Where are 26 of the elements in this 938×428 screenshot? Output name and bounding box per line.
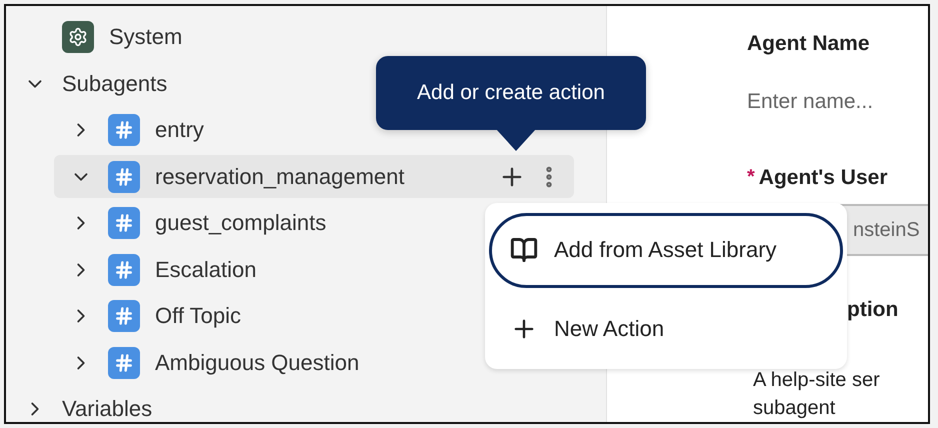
hash-icon [108,114,140,146]
tooltip-arrow [496,129,536,151]
tree-group[interactable]: Variables [62,396,152,422]
tree-item[interactable]: Off Topic [155,303,242,330]
tree-item[interactable]: guest_complaints [155,210,326,236]
tree-item[interactable]: reservation_management [155,164,404,190]
label-text: Agent's User [758,166,888,189]
required-mark: * [747,166,755,188]
hash-icon [108,346,140,379]
tree-item[interactable]: entry [155,117,204,144]
tree-item[interactable]: System [109,24,182,50]
hash-icon [108,300,140,332]
hash-icon [108,207,140,240]
hash-icon [108,160,140,193]
book-icon [510,236,538,264]
gear-icon [62,21,94,54]
menu-item[interactable]: Add from Asset Library [489,213,843,288]
field-label: ption [846,298,900,322]
selected-row[interactable]: reservation_management [54,155,574,198]
tree-item[interactable]: Escalation [155,256,257,283]
tree-group[interactable]: Subagents [62,70,168,97]
field-label: Agent Name [747,32,871,56]
hash-icon [108,254,140,286]
name-input[interactable]: Enter name... [747,90,917,114]
description-text: A help-site ser subagent [752,368,881,421]
tree-item[interactable]: Ambiguous Question [155,350,360,376]
